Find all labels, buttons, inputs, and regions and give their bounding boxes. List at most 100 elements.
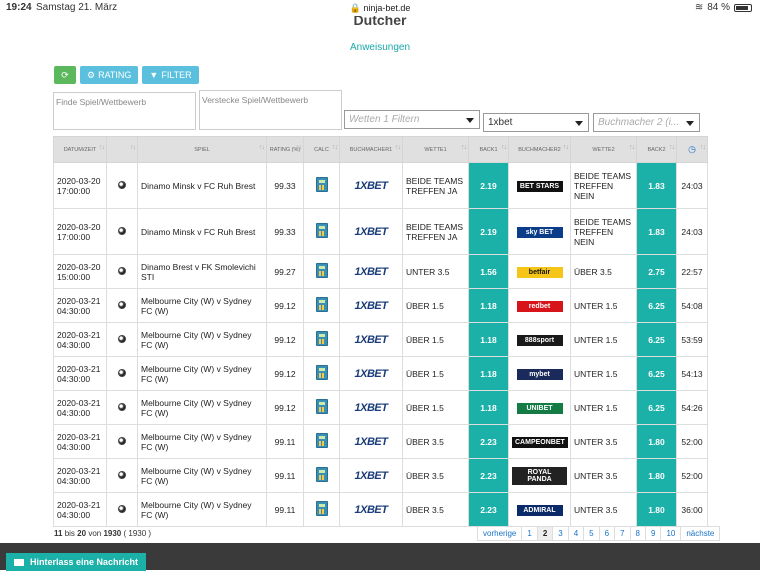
back1-cell[interactable]: 2.19: [468, 208, 509, 255]
sort-icon[interactable]: ↑↓: [700, 144, 706, 151]
back2-cell[interactable]: 1.80: [636, 424, 677, 459]
table-row[interactable]: 2020-03-21 04:30:00 Melbourne City (W) v S…: [53, 390, 708, 425]
calculator-icon[interactable]: [315, 501, 328, 516]
sort-icon[interactable]: ↑↓: [296, 144, 302, 151]
calculator-icon[interactable]: [315, 467, 328, 482]
back1-cell[interactable]: 1.18: [468, 390, 509, 425]
sort-icon[interactable]: ↑↓: [130, 144, 136, 151]
bookmaker1-logo[interactable]: 1XBET: [355, 402, 388, 414]
calculator-icon[interactable]: [315, 365, 328, 380]
find-game-input[interactable]: Finde Spiel/Wettbewerb: [53, 92, 196, 130]
column-header[interactable]: Buchmacher2 ↑↓: [508, 136, 571, 163]
sort-icon[interactable]: ↑↓: [669, 144, 675, 151]
page-link[interactable]: 4: [567, 526, 585, 541]
table-row[interactable]: 2020-03-21 04:30:00 Melbourne City (W) v S…: [53, 288, 708, 323]
sort-icon[interactable]: ↑↓: [259, 144, 265, 151]
column-header[interactable]: Calc ↑↓: [303, 136, 340, 163]
back2-cell[interactable]: 1.80: [636, 492, 677, 527]
bookmaker2-logo[interactable]: ROYAL PANDA: [512, 466, 567, 485]
bookmaker2-logo[interactable]: BET STARS: [516, 180, 563, 192]
back1-cell[interactable]: 2.23: [468, 424, 509, 459]
bookmaker2-logo[interactable]: betfair: [516, 266, 563, 278]
page-link[interactable]: 9: [644, 526, 662, 541]
page-link[interactable]: 8: [629, 526, 646, 541]
column-header[interactable]: Rating (%) ↑↓: [266, 136, 304, 163]
table-row[interactable]: 2020-03-21 04:30:00 Melbourne City (W) v S…: [53, 322, 708, 357]
bookmaker1-logo[interactable]: 1XBET: [355, 180, 388, 192]
instructions-link[interactable]: Anweisungen: [0, 42, 760, 53]
table-row[interactable]: 2020-03-20 17:00:00 Dinamo Minsk v FC Ruh …: [53, 162, 708, 209]
hide-game-input[interactable]: Verstecke Spiel/Wettbewerb: [199, 90, 342, 130]
bookmaker2-logo[interactable]: ADMIRAL: [516, 504, 563, 516]
bookmaker1-logo[interactable]: 1XBET: [355, 504, 388, 516]
calculator-icon[interactable]: [315, 433, 328, 448]
page-link[interactable]: vorherige: [477, 526, 523, 541]
table-row[interactable]: 2020-03-21 04:30:00 Melbourne City (W) v S…: [53, 424, 708, 459]
back2-cell[interactable]: 6.25: [636, 288, 677, 323]
filter-button[interactable]: ▼ FILTER: [142, 66, 199, 84]
bookmaker1-logo[interactable]: 1XBET: [355, 266, 388, 278]
table-row[interactable]: 2020-03-21 04:30:00 Melbourne City (W) v S…: [53, 492, 708, 527]
sort-icon[interactable]: ↑↓: [395, 144, 401, 151]
back1-cell[interactable]: 1.18: [468, 322, 509, 357]
back2-cell[interactable]: 1.80: [636, 458, 677, 493]
back2-cell[interactable]: 1.83: [636, 162, 677, 209]
bookmaker1-logo[interactable]: 1XBET: [355, 226, 388, 238]
sort-icon[interactable]: ↑↓: [501, 144, 507, 151]
table-row[interactable]: 2020-03-21 04:30:00 Melbourne City (W) v S…: [53, 356, 708, 391]
sort-icon[interactable]: ↑↓: [461, 144, 467, 151]
table-row[interactable]: 2020-03-20 17:00:00 Dinamo Minsk v FC Ruh …: [53, 208, 708, 255]
back1-cell[interactable]: 1.18: [468, 288, 509, 323]
bookmaker2-logo[interactable]: UNIBET: [516, 402, 563, 414]
column-header[interactable]: Datum/Zeit ↑↓: [53, 136, 107, 163]
sort-icon[interactable]: ↑↓: [332, 144, 338, 151]
page-link[interactable]: 3: [552, 526, 569, 541]
column-header[interactable]: ◷ ↑↓: [676, 136, 708, 163]
page-link[interactable]: nächste: [680, 526, 721, 541]
back2-cell[interactable]: 2.75: [636, 254, 677, 289]
bookmaker2-logo[interactable]: CAMPEONBET: [512, 436, 568, 448]
bookmaker2-logo[interactable]: sky BET: [516, 226, 563, 238]
bookmaker2-logo[interactable]: redbet: [516, 300, 563, 312]
bookmaker1-logo[interactable]: 1XBET: [355, 334, 388, 346]
bets-filter-select[interactable]: Wetten 1 Filtern: [344, 110, 480, 129]
table-row[interactable]: 2020-03-20 15:00:00 Dinamo Brest v FK Smol…: [53, 254, 708, 289]
bookmaker1-logo[interactable]: 1XBET: [355, 368, 388, 380]
sort-icon[interactable]: ↑↓: [99, 144, 105, 151]
page-link[interactable]: 10: [660, 526, 682, 541]
column-header[interactable]: Wette1 ↑↓: [402, 136, 469, 163]
bookmaker2-logo[interactable]: mybet: [516, 368, 563, 380]
bookmaker2-select[interactable]: Buchmacher 2 (i...: [593, 113, 700, 132]
page-link[interactable]: 2: [536, 526, 554, 541]
leave-message-button[interactable]: Hinterlass eine Nachricht: [6, 553, 147, 571]
column-header[interactable]: Buchmacher1 ↑↓: [339, 136, 403, 163]
back2-cell[interactable]: 6.25: [636, 356, 677, 391]
calculator-icon[interactable]: [315, 263, 328, 278]
column-header[interactable]: Spiel ↑↓: [137, 136, 267, 163]
refresh-button[interactable]: ⟳: [54, 66, 76, 84]
table-row[interactable]: 2020-03-21 04:30:00 Melbourne City (W) v S…: [53, 458, 708, 493]
sort-icon[interactable]: ↑↓: [563, 144, 569, 151]
calculator-icon[interactable]: [315, 223, 328, 238]
bookmaker1-select[interactable]: 1xbet: [483, 113, 589, 132]
page-link[interactable]: 5: [583, 526, 600, 541]
back1-cell[interactable]: 1.18: [468, 356, 509, 391]
column-header[interactable]: Back1 ↑↓: [468, 136, 509, 163]
column-header[interactable]: Back2 ↑↓: [636, 136, 677, 163]
page-link[interactable]: 1: [521, 526, 538, 541]
bookmaker2-logo[interactable]: 888sport: [516, 334, 563, 346]
back1-cell[interactable]: 2.19: [468, 162, 509, 209]
address-bar[interactable]: 🔒 ninja-bet.de: [0, 3, 760, 14]
calculator-icon[interactable]: [315, 297, 328, 312]
column-header[interactable]: Wette2 ↑↓: [570, 136, 637, 163]
calculator-icon[interactable]: [315, 399, 328, 414]
rating-button[interactable]: ⚙ RATING: [80, 66, 139, 84]
back1-cell[interactable]: 1.56: [468, 254, 509, 289]
bookmaker1-logo[interactable]: 1XBET: [355, 300, 388, 312]
calculator-icon[interactable]: [315, 177, 328, 192]
back2-cell[interactable]: 1.83: [636, 208, 677, 255]
sort-icon[interactable]: ↑↓: [629, 144, 635, 151]
bookmaker1-logo[interactable]: 1XBET: [355, 470, 388, 482]
back2-cell[interactable]: 6.25: [636, 390, 677, 425]
back1-cell[interactable]: 2.23: [468, 458, 509, 493]
